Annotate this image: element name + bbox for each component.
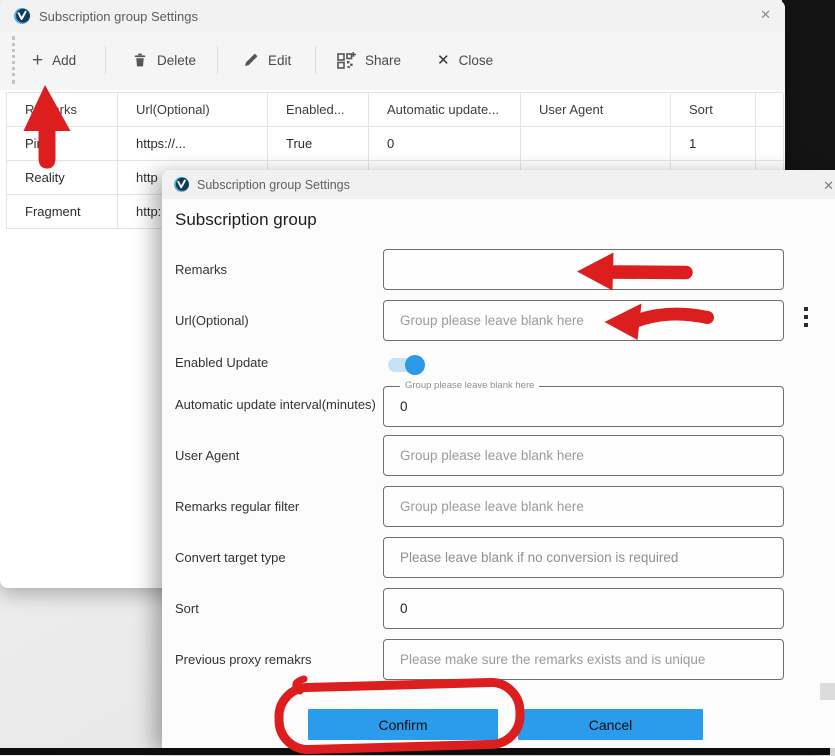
remarks-input[interactable] (383, 249, 784, 290)
convert-target-select[interactable]: Please leave blank if no conversion is r… (383, 537, 784, 578)
auto-update-interval-input[interactable] (383, 386, 784, 427)
remarks-filter-input[interactable] (383, 486, 784, 527)
table-cell[interactable]: Piroz (7, 127, 118, 161)
delete-button-label: Delete (157, 53, 196, 68)
qr-share-icon (337, 52, 356, 69)
window-titlebar[interactable]: Subscription group Settings ✕ (0, 0, 785, 32)
delete-button[interactable]: Delete (132, 46, 196, 74)
v2rayn-app-icon (174, 177, 189, 192)
trash-icon (132, 52, 148, 68)
url-input[interactable] (383, 300, 784, 341)
user-agent-label: User Agent (175, 448, 239, 463)
add-button-label: Add (52, 53, 76, 68)
toolbar: + Add Delete Edit (0, 32, 785, 90)
table-cell[interactable]: Fragment (7, 195, 118, 229)
close-button-label: Close (459, 53, 494, 68)
kebab-menu-icon[interactable] (801, 306, 811, 330)
edit-button[interactable]: Edit (243, 46, 291, 74)
add-button[interactable]: + Add (32, 46, 76, 74)
table-cell[interactable]: 0 (369, 127, 521, 161)
toolbar-separator (217, 46, 218, 74)
dialog-close-icon[interactable]: ✕ (823, 179, 834, 192)
column-header-url[interactable]: Url(Optional) (118, 93, 268, 127)
user-agent-input[interactable] (383, 435, 784, 476)
auto-update-float-label: Group please leave blank here (400, 380, 539, 391)
x-icon: ✕ (437, 53, 450, 68)
v2rayn-app-icon (14, 8, 30, 24)
enabled-update-label: Enabled Update (175, 355, 268, 370)
close-toolbar-button[interactable]: ✕ Close (437, 46, 493, 74)
sort-label: Sort (175, 601, 199, 616)
desktop-black-strip-right (782, 0, 835, 175)
table-cell[interactable] (521, 127, 671, 161)
dialog-heading: Subscription group (175, 210, 317, 230)
table-cell[interactable]: True (268, 127, 369, 161)
column-header-remarks[interactable]: Remarks (7, 93, 118, 127)
toolbar-drag-handle[interactable] (12, 36, 15, 84)
previous-proxy-remarks-label: Previous proxy remakrs (175, 652, 312, 667)
window-close-icon[interactable]: ✕ (760, 8, 771, 21)
subscription-group-dialog: Subscription group Settings ✕ Subscripti… (162, 170, 835, 748)
table-cell[interactable]: Reality (7, 161, 118, 195)
plus-icon: + (32, 51, 43, 70)
scrollbar-thumb[interactable] (820, 683, 835, 700)
share-button[interactable]: Share (337, 46, 401, 74)
sort-input[interactable] (383, 588, 784, 629)
window-title: Subscription group Settings (39, 9, 198, 24)
table-cell[interactable]: https://... (118, 127, 268, 161)
remarks-label: Remarks (175, 262, 227, 277)
toolbar-separator (315, 46, 316, 74)
desktop-black-strip-bottom (0, 748, 830, 755)
column-header-sort[interactable]: Sort (671, 93, 756, 127)
auto-update-interval-label: Automatic update interval(minutes) (175, 397, 376, 412)
column-header-extra (756, 93, 784, 127)
toggle-thumb (405, 355, 425, 375)
column-header-user-agent[interactable]: User Agent (521, 93, 671, 127)
cancel-button[interactable]: Cancel (518, 709, 703, 740)
toolbar-separator (105, 46, 106, 74)
table-cell (756, 127, 784, 161)
share-button-label: Share (365, 53, 401, 68)
pencil-icon (243, 52, 259, 68)
dialog-title: Subscription group Settings (197, 178, 350, 192)
confirm-button[interactable]: Confirm (308, 709, 498, 740)
convert-target-placeholder: Please leave blank if no conversion is r… (400, 550, 678, 565)
table-cell[interactable]: 1 (671, 127, 756, 161)
enabled-update-toggle[interactable] (388, 358, 421, 372)
column-header-auto-update[interactable]: Automatic update... (369, 93, 521, 127)
dialog-titlebar[interactable]: Subscription group Settings ✕ (162, 170, 835, 199)
remarks-filter-label: Remarks regular filter (175, 499, 299, 514)
previous-proxy-remarks-input[interactable] (383, 639, 784, 680)
column-header-enabled[interactable]: Enabled... (268, 93, 369, 127)
url-label: Url(Optional) (175, 313, 249, 328)
convert-target-label: Convert target type (175, 550, 286, 565)
edit-button-label: Edit (268, 53, 291, 68)
